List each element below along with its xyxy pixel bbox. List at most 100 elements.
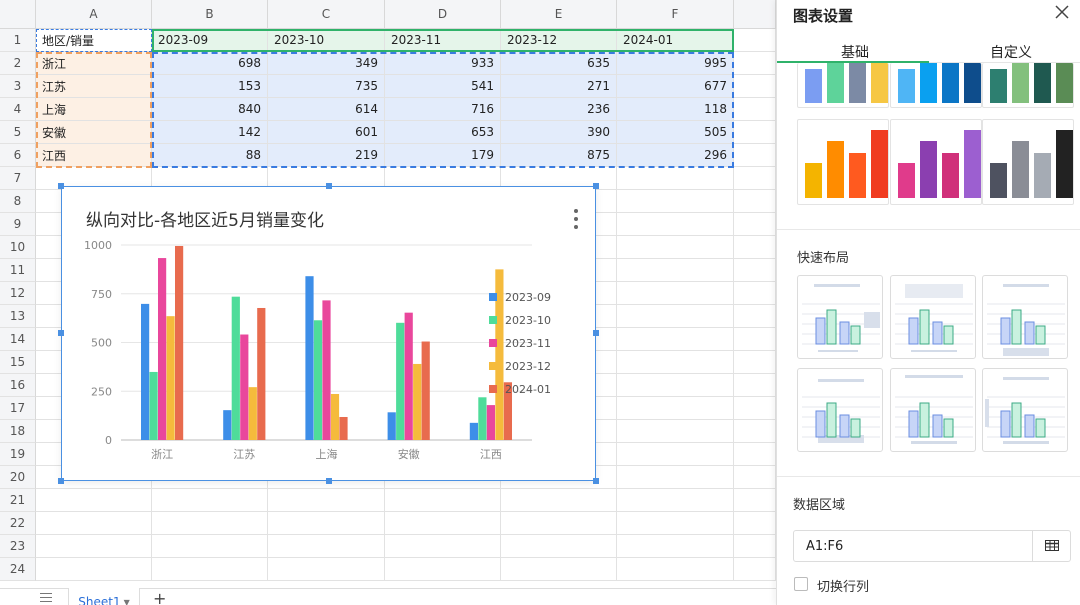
empty-cell[interactable] bbox=[152, 512, 268, 535]
cell[interactable]: 698 bbox=[152, 52, 268, 75]
column-header-c[interactable]: C bbox=[268, 0, 385, 29]
color-palette-option[interactable] bbox=[982, 63, 1074, 108]
empty-cell[interactable] bbox=[617, 259, 734, 282]
empty-cell[interactable] bbox=[734, 259, 776, 282]
empty-cell[interactable] bbox=[734, 374, 776, 397]
cell[interactable]: 296 bbox=[617, 144, 734, 167]
cell[interactable]: 677 bbox=[617, 75, 734, 98]
row-header-19[interactable]: 19 bbox=[0, 443, 36, 466]
column-header-d[interactable]: D bbox=[385, 0, 501, 29]
row-header-13[interactable]: 13 bbox=[0, 305, 36, 328]
cell[interactable]: 271 bbox=[501, 75, 617, 98]
color-palette-option[interactable] bbox=[890, 119, 982, 205]
empty-cell[interactable] bbox=[734, 512, 776, 535]
empty-cell[interactable] bbox=[734, 75, 776, 98]
chart-container[interactable]: 纵向对比-各地区近5月销量变化 0 250 500 750 1000 浙江 江苏 上海 安徽 江西… bbox=[58, 183, 599, 484]
row-header-7[interactable]: 7 bbox=[0, 167, 36, 190]
empty-cell[interactable] bbox=[385, 489, 501, 512]
row-header-24[interactable]: 24 bbox=[0, 558, 36, 581]
empty-cell[interactable] bbox=[734, 98, 776, 121]
row-header-21[interactable]: 21 bbox=[0, 489, 36, 512]
cell[interactable]: 2023-09 bbox=[152, 29, 268, 52]
empty-cell[interactable] bbox=[734, 535, 776, 558]
column-header-b[interactable]: B bbox=[152, 0, 268, 29]
empty-cell[interactable] bbox=[501, 535, 617, 558]
empty-cell[interactable] bbox=[268, 512, 385, 535]
empty-cell[interactable] bbox=[617, 282, 734, 305]
cell[interactable]: 735 bbox=[268, 75, 385, 98]
quick-layout-option-3[interactable] bbox=[982, 275, 1068, 359]
empty-cell[interactable] bbox=[734, 190, 776, 213]
cell[interactable]: 933 bbox=[385, 52, 501, 75]
empty-cell[interactable] bbox=[617, 305, 734, 328]
row-header-3[interactable]: 3 bbox=[0, 75, 36, 98]
cell[interactable]: 390 bbox=[501, 121, 617, 144]
empty-cell[interactable] bbox=[617, 374, 734, 397]
row-header-9[interactable]: 9 bbox=[0, 213, 36, 236]
empty-cell[interactable] bbox=[734, 443, 776, 466]
empty-cell[interactable] bbox=[734, 489, 776, 512]
cell[interactable]: 153 bbox=[152, 75, 268, 98]
empty-cell[interactable] bbox=[734, 558, 776, 581]
empty-cell[interactable] bbox=[734, 121, 776, 144]
empty-cell[interactable] bbox=[152, 535, 268, 558]
row-header-23[interactable]: 23 bbox=[0, 535, 36, 558]
row-header-11[interactable]: 11 bbox=[0, 259, 36, 282]
column-header-f[interactable]: F bbox=[617, 0, 734, 29]
close-icon[interactable] bbox=[1054, 4, 1070, 20]
tab-custom[interactable]: 自定义 bbox=[990, 42, 1032, 62]
cell[interactable]: 浙江 bbox=[36, 52, 152, 75]
cell[interactable]: 2023-10 bbox=[268, 29, 385, 52]
empty-cell[interactable] bbox=[617, 213, 734, 236]
row-header-15[interactable]: 15 bbox=[0, 351, 36, 374]
cell[interactable]: 2023-11 bbox=[385, 29, 501, 52]
row-header-2[interactable]: 2 bbox=[0, 52, 36, 75]
row-header-1[interactable]: 1 bbox=[0, 29, 36, 52]
color-palette-option[interactable] bbox=[797, 63, 889, 108]
empty-cell[interactable] bbox=[385, 535, 501, 558]
select-all-corner[interactable] bbox=[0, 0, 36, 29]
cell[interactable]: 219 bbox=[268, 144, 385, 167]
empty-cell[interactable] bbox=[734, 282, 776, 305]
switch-row-col-checkbox[interactable] bbox=[794, 577, 808, 591]
cell[interactable]: 840 bbox=[152, 98, 268, 121]
add-sheet-button[interactable]: + bbox=[153, 591, 166, 605]
cell[interactable]: 541 bbox=[385, 75, 501, 98]
cell[interactable]: 179 bbox=[385, 144, 501, 167]
empty-cell[interactable] bbox=[734, 213, 776, 236]
row-header-17[interactable]: 17 bbox=[0, 397, 36, 420]
tab-basic[interactable]: 基础 bbox=[841, 42, 869, 62]
column-header-a[interactable]: A bbox=[36, 0, 152, 29]
cell[interactable]: 653 bbox=[385, 121, 501, 144]
data-range-field[interactable] bbox=[793, 530, 1071, 562]
empty-cell[interactable] bbox=[617, 236, 734, 259]
empty-cell[interactable] bbox=[268, 535, 385, 558]
empty-cell[interactable] bbox=[734, 305, 776, 328]
empty-cell[interactable] bbox=[36, 489, 152, 512]
empty-cell[interactable] bbox=[617, 535, 734, 558]
cell[interactable]: 江西 bbox=[36, 144, 152, 167]
empty-cell[interactable] bbox=[617, 167, 734, 190]
empty-cell[interactable] bbox=[734, 236, 776, 259]
cell[interactable]: 349 bbox=[268, 52, 385, 75]
cell[interactable]: 88 bbox=[152, 144, 268, 167]
empty-cell[interactable] bbox=[617, 443, 734, 466]
row-header-12[interactable]: 12 bbox=[0, 282, 36, 305]
empty-cell[interactable] bbox=[617, 489, 734, 512]
empty-cell[interactable] bbox=[734, 420, 776, 443]
cell[interactable]: 118 bbox=[617, 98, 734, 121]
empty-cell[interactable] bbox=[501, 512, 617, 535]
cell[interactable]: 716 bbox=[385, 98, 501, 121]
quick-layout-option-4[interactable] bbox=[797, 368, 883, 452]
empty-cell[interactable] bbox=[501, 489, 617, 512]
row-header-8[interactable]: 8 bbox=[0, 190, 36, 213]
empty-cell[interactable] bbox=[734, 29, 776, 52]
color-palette-option[interactable] bbox=[797, 119, 889, 205]
cell[interactable]: 上海 bbox=[36, 98, 152, 121]
row-header-14[interactable]: 14 bbox=[0, 328, 36, 351]
empty-cell[interactable] bbox=[385, 512, 501, 535]
empty-cell[interactable] bbox=[617, 512, 734, 535]
cell[interactable]: 2024-01 bbox=[617, 29, 734, 52]
table-select-button[interactable] bbox=[1032, 531, 1070, 561]
cell[interactable]: 地区/销量 bbox=[36, 29, 152, 52]
